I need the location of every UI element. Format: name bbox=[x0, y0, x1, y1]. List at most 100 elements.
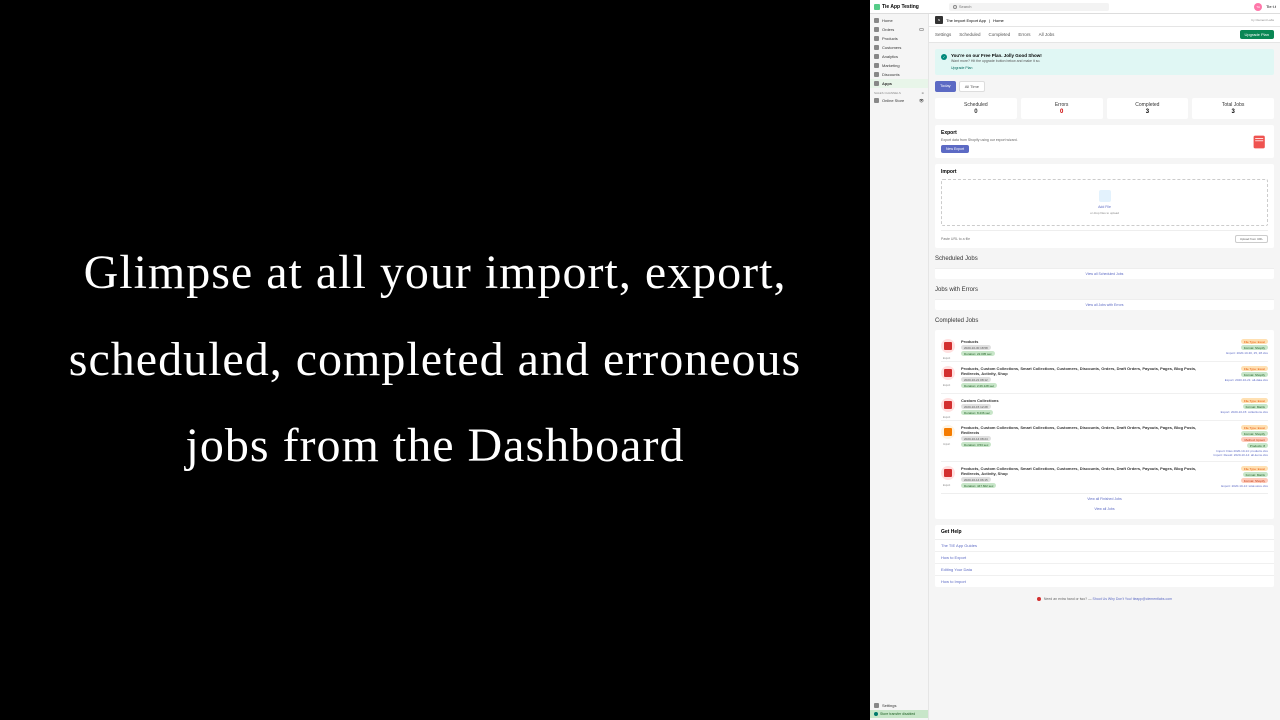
dropzone[interactable]: Add File or drop files to upload bbox=[941, 179, 1268, 226]
footer-dot-icon bbox=[1037, 597, 1041, 601]
hero-text: Glimpse at all your import, export, sche… bbox=[40, 230, 830, 489]
channels-label: Sales Channels⊕ bbox=[870, 88, 928, 96]
nav-apps[interactable]: Apps bbox=[870, 79, 928, 88]
view-scheduled-link[interactable]: View all Scheduled Jobs bbox=[935, 268, 1274, 279]
alert-upgrade-link[interactable]: Upgrade Plan bbox=[951, 66, 972, 70]
nav-online-store[interactable]: Online Store👁 bbox=[870, 96, 928, 105]
user-label: Tie t.t bbox=[1266, 4, 1276, 9]
export-icon bbox=[941, 466, 955, 480]
job-row[interactable]: Import Products, Custom Collections, Sma… bbox=[941, 421, 1268, 462]
discounts-icon bbox=[874, 72, 879, 77]
job-duration-badge: Duration: 8.236 sec bbox=[961, 410, 993, 415]
avatar[interactable]: TA bbox=[1254, 3, 1262, 11]
tab-errors[interactable]: Errors bbox=[1018, 32, 1030, 37]
job-type-label: Export bbox=[943, 484, 950, 487]
filter-today[interactable]: Today bbox=[935, 81, 956, 92]
tab-all-jobs[interactable]: All Jobs bbox=[1039, 32, 1055, 37]
footer-shoot-link[interactable]: Shoot Us Why Don't You! bbox=[1093, 597, 1132, 601]
job-title: Products, Custom Collections, Smart Coll… bbox=[961, 425, 1209, 435]
job-row[interactable]: Export Custom Collections 2020-10-15 12:… bbox=[941, 394, 1268, 421]
help-item-editing[interactable]: Editing Your Data bbox=[935, 564, 1274, 576]
export-title: Export bbox=[941, 130, 1268, 136]
job-meta: File Type: ExcelFormat: MatrixFormat: Sh… bbox=[1218, 466, 1268, 489]
gear-icon bbox=[874, 703, 879, 708]
scheduled-section-title: Scheduled Jobs bbox=[935, 256, 1274, 262]
export-card: Export Export data from Shopify using ou… bbox=[935, 125, 1274, 158]
upload-icon bbox=[1099, 190, 1111, 202]
nav-settings[interactable]: Settings bbox=[870, 701, 928, 710]
analytics-icon bbox=[874, 54, 879, 59]
job-date-badge: 2020-10-15 12:28 bbox=[961, 404, 991, 409]
brand-icon bbox=[874, 4, 880, 10]
job-type-label: Export bbox=[943, 384, 950, 387]
upgrade-button[interactable]: Upgrade Plan bbox=[1240, 30, 1274, 39]
help-item-export[interactable]: How to Export bbox=[935, 552, 1274, 564]
job-date-badge: 2020-10-21 08:12 bbox=[961, 377, 991, 382]
stat-total[interactable]: Total Jobs3 bbox=[1192, 98, 1274, 119]
products-icon bbox=[874, 36, 879, 41]
nav-analytics[interactable]: Analytics bbox=[870, 52, 928, 61]
stat-completed[interactable]: Completed3 bbox=[1107, 98, 1189, 119]
transfer-banner[interactable]: Store transfer disabled bbox=[870, 710, 928, 718]
export-icon bbox=[941, 339, 955, 353]
tab-completed[interactable]: Completed bbox=[989, 32, 1011, 37]
job-meta: File Type: ExcelFormat: ShopifyExport: 2… bbox=[1218, 339, 1268, 357]
import-title: Import bbox=[941, 169, 1268, 175]
filter-all-time[interactable]: All Time bbox=[959, 81, 985, 92]
job-type-label: Import bbox=[943, 443, 950, 446]
job-title: Products bbox=[961, 339, 1214, 344]
new-export-button[interactable]: New Export bbox=[941, 145, 969, 153]
job-meta: File Type: ExcelFormat: ShopifyExport: 2… bbox=[1218, 366, 1268, 389]
nav-home[interactable]: Home bbox=[870, 16, 928, 25]
stat-scheduled[interactable]: Scheduled0 bbox=[935, 98, 1017, 119]
crumb-page: Home bbox=[993, 18, 1004, 23]
job-row[interactable]: Export Products, Custom Collections, Sma… bbox=[941, 462, 1268, 493]
tab-settings[interactable]: Settings bbox=[935, 32, 951, 37]
home-icon bbox=[874, 18, 879, 23]
export-sub: Export data from Shopify using our expor… bbox=[941, 138, 1268, 142]
stat-errors[interactable]: Errors0 bbox=[1021, 98, 1103, 119]
job-date-badge: 2020-10-30 18:58 bbox=[961, 345, 991, 350]
nav-customers[interactable]: Customers bbox=[870, 43, 928, 52]
job-row[interactable]: Export Products, Custom Collections, Sma… bbox=[941, 362, 1268, 394]
errors-section-title: Jobs with Errors bbox=[935, 287, 1274, 293]
search-box[interactable] bbox=[949, 3, 1109, 11]
job-type-label: Export bbox=[943, 416, 950, 419]
view-all-link[interactable]: View all Jobs bbox=[941, 504, 1268, 514]
upload-url-button[interactable]: Upload from URL bbox=[1235, 235, 1268, 243]
nav-discounts[interactable]: Discounts bbox=[870, 70, 928, 79]
topbar: Tie App Testing TA Tie t.t bbox=[870, 0, 1280, 14]
crumb-app[interactable]: The Import Export App bbox=[946, 18, 986, 23]
view-completed-link[interactable]: View all Finished Jobs bbox=[941, 493, 1268, 504]
job-duration-badge: Duration: 447.602 sec bbox=[961, 483, 996, 488]
completed-card: Export Products 2020-10-30 18:58 Duratio… bbox=[935, 330, 1274, 519]
job-duration-badge: Duration: 22.005 sec bbox=[961, 351, 995, 356]
transfer-dot-icon bbox=[874, 712, 878, 716]
job-title: Products, Custom Collections, Smart Coll… bbox=[961, 466, 1214, 476]
help-item-guides[interactable]: The TIE App Guides bbox=[935, 540, 1274, 552]
view-errors-link[interactable]: View all Jobs with Errors bbox=[935, 299, 1274, 310]
help-card: Get Help The TIE App Guides How to Expor… bbox=[935, 525, 1274, 587]
eye-icon[interactable]: 👁 bbox=[919, 98, 924, 103]
job-meta: File Type: ExcelFormat: MatrixExport: 20… bbox=[1218, 398, 1268, 416]
help-item-import[interactable]: How to Import bbox=[935, 576, 1274, 587]
search-input[interactable] bbox=[959, 4, 1105, 9]
dropzone-hint: or drop files to upload bbox=[952, 211, 1257, 215]
add-channel-icon[interactable]: ⊕ bbox=[921, 91, 924, 95]
export-icon bbox=[941, 366, 955, 380]
brand[interactable]: Tie App Testing bbox=[874, 4, 919, 10]
alert-text: Want more? Hit the upgrade button below … bbox=[951, 59, 1268, 63]
footer-email-link[interactable]: tieapp@clementlabs.com bbox=[1133, 597, 1172, 601]
tab-scheduled[interactable]: Scheduled bbox=[959, 32, 980, 37]
nav-marketing[interactable]: Marketing bbox=[870, 61, 928, 70]
plan-alert: ✓ You're on our Free Plan. Jolly Good Sh… bbox=[935, 49, 1274, 75]
job-row[interactable]: Export Products 2020-10-30 18:58 Duratio… bbox=[941, 335, 1268, 362]
url-input[interactable] bbox=[941, 237, 1231, 241]
nav-orders[interactable]: Orders bbox=[870, 25, 928, 34]
export-icon bbox=[941, 398, 955, 412]
stats-row: Scheduled0 Errors0 Completed3 Total Jobs… bbox=[935, 98, 1274, 119]
add-file-link[interactable]: Add File bbox=[952, 205, 1257, 209]
main: ⇅ The Import Export App | Home by Clemen… bbox=[929, 14, 1280, 720]
time-filter: Today All Time bbox=[935, 81, 1274, 92]
nav-products[interactable]: Products bbox=[870, 34, 928, 43]
